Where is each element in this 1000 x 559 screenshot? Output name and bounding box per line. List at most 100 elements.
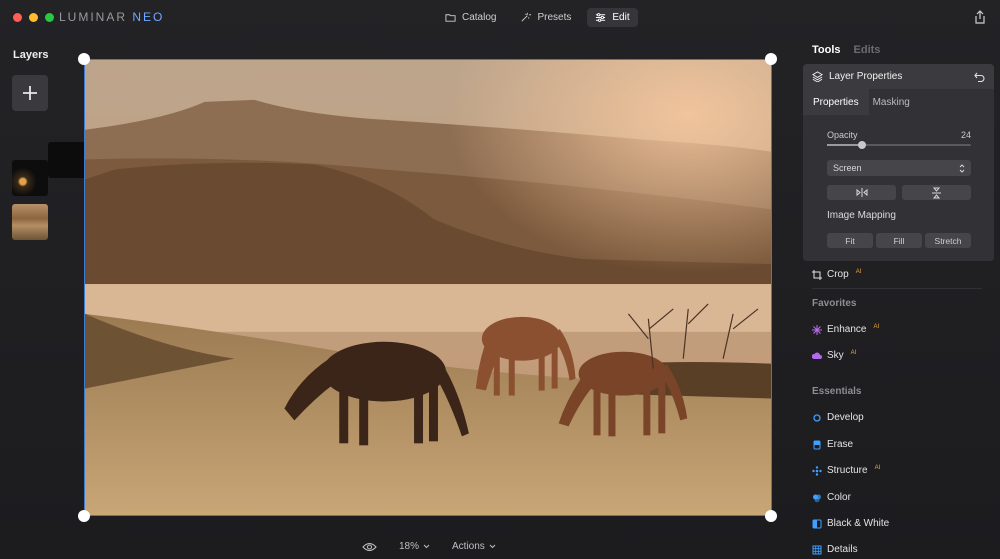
plus-icon (23, 86, 37, 100)
layer-thumbnail-overlay[interactable] (12, 160, 48, 196)
brand-accent: NEO (132, 10, 165, 24)
layer-properties-header[interactable]: Layer Properties (803, 64, 994, 89)
tool-structure-label: Structure (827, 465, 868, 476)
tool-erase-label: Erase (827, 439, 854, 450)
opacity-slider-fill (827, 144, 862, 146)
opacity-label: Opacity (827, 130, 858, 140)
ai-badge: AI (873, 323, 880, 330)
fill-button[interactable]: Fill (876, 233, 922, 248)
cloud-icon (812, 352, 822, 359)
crop-handle-top-right[interactable] (765, 53, 777, 65)
sun-icon (813, 413, 821, 422)
opacity-slider-knob[interactable] (857, 141, 866, 149)
close-window-button[interactable] (13, 13, 22, 22)
tool-black-white-label: Black & White (827, 518, 890, 529)
app-logo: LUMINAR NEO (59, 10, 164, 24)
main-nav: Catalog Presets Edit (437, 8, 638, 27)
tool-color-label: Color (827, 492, 851, 503)
nav-catalog-label: Catalog (462, 12, 497, 23)
chevron-down-icon (423, 544, 430, 549)
bottom-bar: 18% Actions (362, 541, 496, 552)
tool-black-white[interactable]: Black & White (812, 518, 889, 529)
layers-icon (812, 71, 823, 82)
tool-color[interactable]: Color (812, 492, 851, 503)
zoom-dropdown[interactable]: 18% (399, 541, 430, 552)
structure-icon (812, 465, 822, 476)
tab-edits[interactable]: Edits (854, 44, 881, 56)
window-controls (13, 13, 54, 22)
tool-erase[interactable]: Erase (812, 439, 853, 450)
layers-title: Layers (13, 49, 49, 61)
image-mapping-buttons: Fit Fill Stretch (827, 233, 971, 248)
eraser-icon (813, 440, 821, 449)
tab-tools[interactable]: Tools (812, 44, 841, 56)
chevron-down-icon (489, 544, 496, 549)
tool-details-label: Details (827, 544, 858, 555)
section-favorites: Favorites (812, 298, 857, 309)
subtab-masking[interactable]: Masking (869, 97, 920, 108)
opacity-value: 24 (960, 130, 971, 140)
brand-main: LUMINAR (59, 10, 128, 24)
tool-develop-label: Develop (827, 412, 864, 423)
layer-properties-subtabs: Properties Masking (803, 89, 994, 115)
stretch-button[interactable]: Stretch (925, 233, 971, 248)
ai-badge: AI (874, 464, 881, 471)
eye-icon[interactable] (362, 542, 377, 552)
nav-presets[interactable]: Presets (512, 8, 579, 27)
tool-details[interactable]: Details (812, 544, 858, 555)
zoom-value: 18% (399, 541, 420, 552)
image-canvas[interactable] (84, 59, 772, 516)
ai-badge: AI (855, 268, 862, 275)
crop-handle-top-left[interactable] (78, 53, 90, 65)
minimize-window-button[interactable] (29, 13, 38, 22)
flip-vertical-button[interactable] (902, 185, 971, 200)
folder-icon (445, 14, 456, 22)
tool-crop[interactable]: Crop AI (812, 269, 861, 280)
panel-tabs: Tools Edits (812, 44, 880, 56)
sparkle-icon (812, 324, 822, 335)
nav-edit-label: Edit (612, 12, 630, 23)
image-mapping-title: Image Mapping (827, 210, 896, 221)
blend-mode-select[interactable]: Screen (827, 160, 971, 176)
chevron-updown-icon (959, 163, 965, 173)
subtab-properties[interactable]: Properties (803, 89, 869, 115)
flip-horizontal-button[interactable] (827, 185, 896, 200)
magic-wand-icon (521, 12, 532, 22)
section-essentials: Essentials (812, 386, 862, 397)
tool-structure[interactable]: Structure AI (812, 465, 880, 476)
tool-sky-label: Sky (827, 350, 844, 361)
flip-horizontal-icon (856, 188, 867, 197)
color-circles-icon (813, 494, 821, 502)
tool-sky[interactable]: Sky AI (812, 350, 856, 361)
photo-horses (85, 60, 771, 515)
opacity-row: Opacity 24 (827, 130, 971, 140)
tool-enhance[interactable]: Enhance AI (812, 324, 879, 335)
actions-dropdown[interactable]: Actions (452, 541, 496, 552)
add-layer-button[interactable] (12, 75, 48, 111)
crop-handle-bottom-left[interactable] (78, 510, 90, 522)
tool-crop-label: Crop (827, 269, 849, 280)
top-bar: LUMINAR NEO Catalog Presets Edit (0, 0, 1000, 34)
maximize-window-button[interactable] (45, 13, 54, 22)
opacity-slider[interactable] (827, 141, 971, 149)
layer-properties-title: Layer Properties (829, 71, 903, 82)
crop-icon (812, 269, 822, 280)
luminar-window: LUMINAR NEO Catalog Presets Edit Layers (0, 0, 1000, 559)
layer-properties-panel: Layer Properties Properties Masking Opac… (803, 64, 994, 261)
undo-icon[interactable] (974, 72, 985, 82)
ai-badge: AI (850, 349, 857, 356)
flip-vertical-icon (932, 187, 941, 198)
layer-thumbnail-photo[interactable] (12, 204, 48, 240)
fit-button[interactable]: Fit (827, 233, 873, 248)
flip-row (827, 185, 971, 200)
tool-enhance-label: Enhance (827, 324, 867, 335)
black-white-icon (812, 519, 822, 528)
crop-handle-bottom-right[interactable] (765, 510, 777, 522)
tool-develop[interactable]: Develop (812, 412, 864, 423)
layer-properties-body: Properties Masking Opacity 24 Screen Ima… (803, 89, 994, 261)
share-icon[interactable] (974, 10, 986, 24)
divider (812, 288, 982, 289)
nav-edit[interactable]: Edit (587, 8, 638, 27)
nav-catalog[interactable]: Catalog (437, 8, 504, 27)
sliders-icon (596, 13, 606, 22)
